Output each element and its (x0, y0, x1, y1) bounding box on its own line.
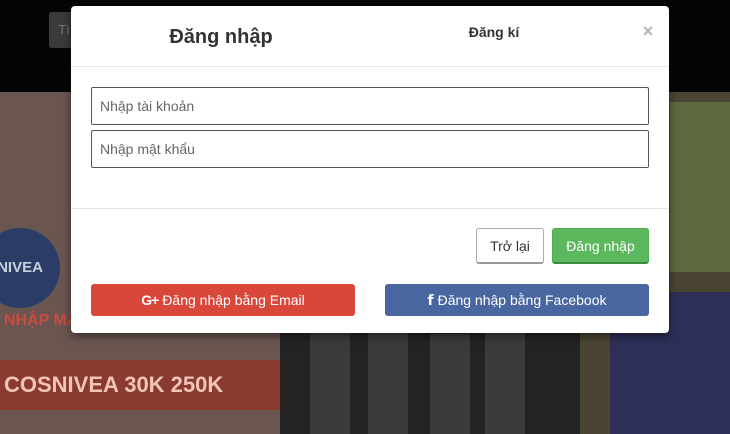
back-button[interactable]: Trở lại (476, 228, 544, 264)
facebook-icon: f (427, 293, 434, 309)
username-input[interactable] (91, 87, 649, 125)
google-login-button[interactable]: G+ Đăng nhập bằng Email (91, 284, 355, 316)
google-plus-icon: G+ (141, 292, 159, 308)
login-modal: Đăng nhập Đăng kí × Trở lại Đăng nhập G+… (71, 6, 669, 333)
login-button[interactable]: Đăng nhập (552, 228, 649, 264)
facebook-login-button[interactable]: f Đăng nhập bằng Facebook (385, 284, 649, 316)
modal-header: Đăng nhập Đăng kí × (71, 6, 669, 67)
tab-register[interactable]: Đăng kí (431, 20, 557, 44)
close-button[interactable]: × (637, 20, 659, 42)
password-input[interactable] (91, 130, 649, 168)
facebook-login-label: Đăng nhập bằng Facebook (437, 292, 607, 308)
google-login-label: Đăng nhập bằng Email (162, 292, 305, 308)
tab-login[interactable]: Đăng nhập (131, 20, 311, 54)
modal-body (71, 67, 669, 209)
